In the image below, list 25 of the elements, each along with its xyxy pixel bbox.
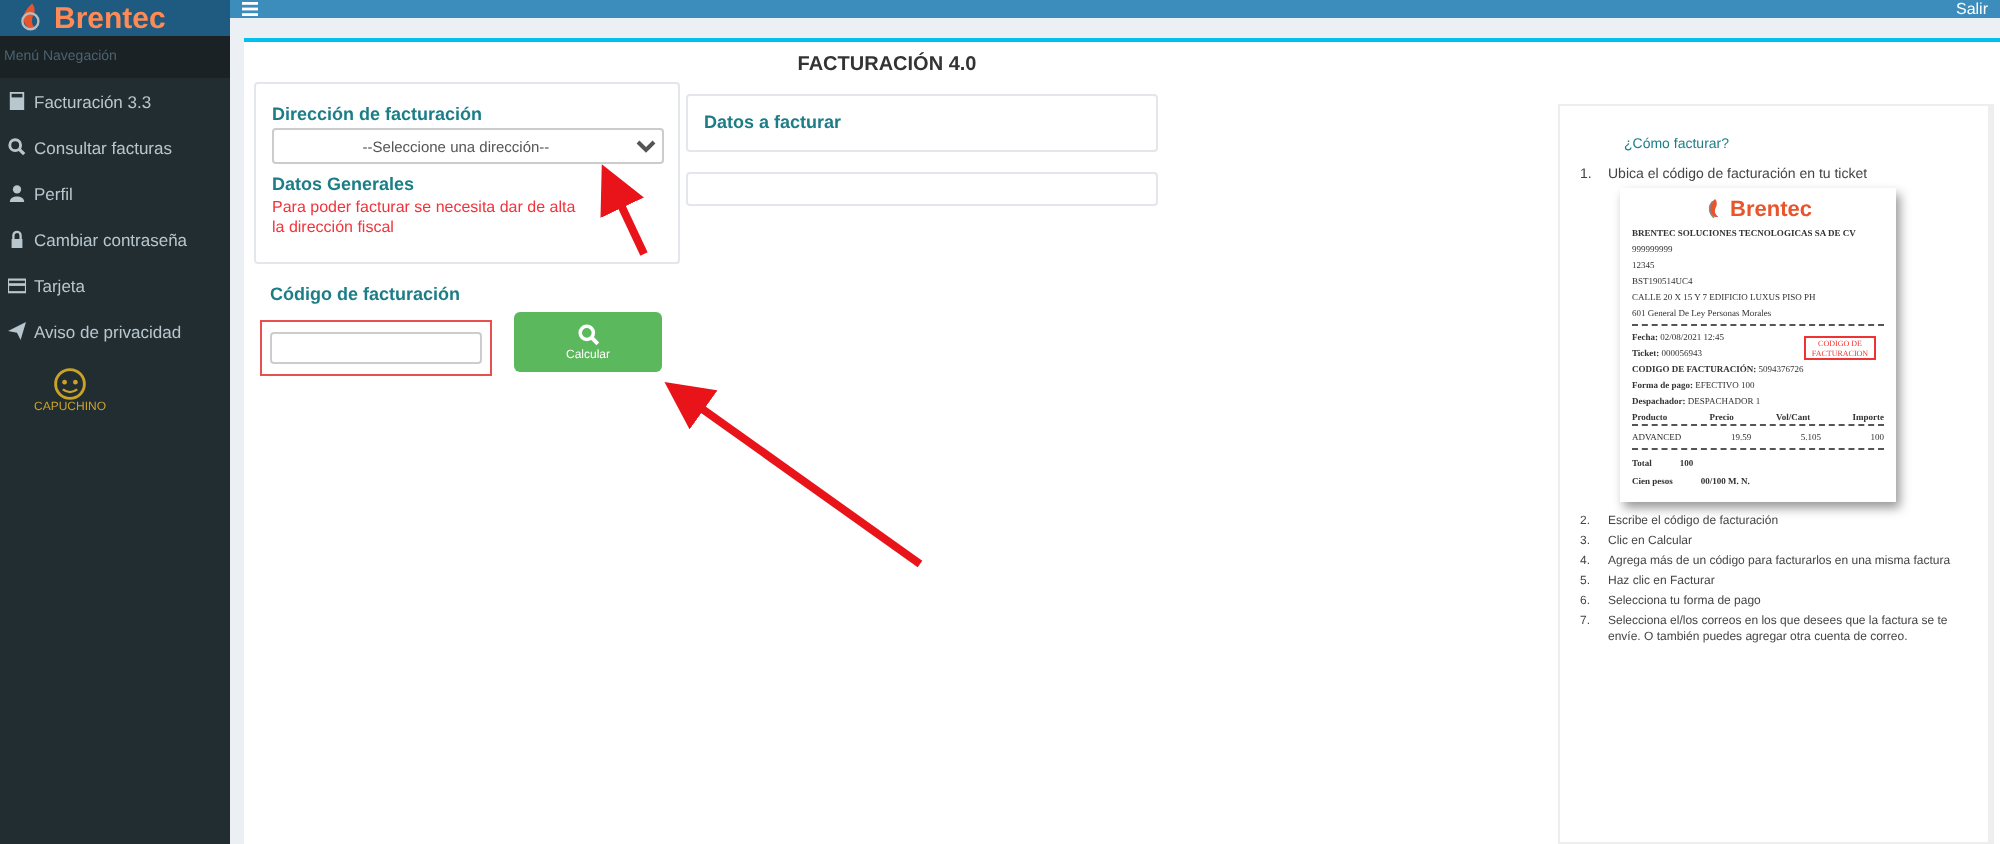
search-icon [577, 323, 599, 345]
sidebar-item[interactable]: Consultar facturas [0, 124, 230, 170]
sidebar-item[interactable]: Cambiar contraseña [0, 216, 230, 262]
search-icon [8, 138, 26, 156]
annotation-arrow [600, 164, 648, 256]
code-label: Código de facturación [270, 284, 463, 304]
address-label: Dirección de facturación [272, 104, 485, 124]
page-title: FACTURACIÓN 4.0 [795, 54, 979, 76]
ticket-brand: Brentec [1730, 197, 1812, 221]
invoice-data-heading: Datos a facturar [704, 112, 844, 132]
general-heading: Datos Generales [272, 174, 417, 194]
code-input[interactable] [270, 331, 482, 363]
sidebar-item[interactable]: Aviso de privacidad [0, 308, 230, 354]
lock-icon [8, 230, 26, 248]
menu-icon[interactable] [242, 2, 258, 16]
logout-link[interactable]: Salir [1955, 0, 1988, 18]
paper-plane-icon [8, 322, 26, 340]
card-icon [8, 276, 26, 294]
warning-text: Para poder facturar se necesita dar de alta la dirección fiscal [272, 198, 578, 238]
sidebar-item[interactable]: Perfil [0, 170, 230, 216]
user-icon [8, 184, 26, 202]
sidebar-item[interactable]: Tarjeta [0, 262, 230, 308]
calculator-icon [8, 92, 26, 110]
sidebar-item[interactable]: Facturación 3.3 [0, 78, 230, 124]
brand-name: Brentec [54, 1, 166, 35]
